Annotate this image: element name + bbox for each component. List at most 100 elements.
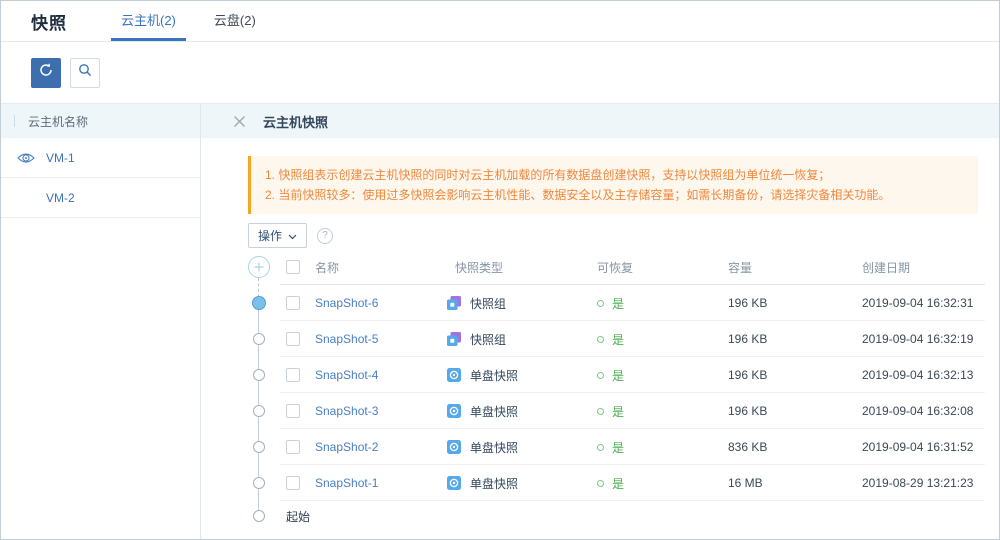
snapshot-group-icon bbox=[446, 331, 462, 347]
row-checkbox[interactable] bbox=[286, 440, 300, 454]
row-checkbox[interactable] bbox=[286, 332, 300, 346]
tab-vm-instances[interactable]: 云主机(2) bbox=[111, 1, 186, 41]
row-checkbox[interactable] bbox=[286, 296, 300, 310]
created-date-value: 2019-09-04 16:32:08 bbox=[847, 404, 985, 418]
capacity-value: 196 KB bbox=[713, 404, 847, 418]
top-header: 快照 云主机(2) 云盘(2) bbox=[1, 1, 999, 42]
select-all-checkbox[interactable] bbox=[286, 260, 300, 274]
table-row: SnapShot-5 快照组 是 196 KB 2019-09-04 16:32… bbox=[240, 321, 985, 357]
column-header-created: 创建日期 bbox=[847, 259, 985, 276]
recoverable-dot-icon bbox=[597, 336, 604, 343]
capacity-value: 16 MB bbox=[713, 476, 847, 490]
create-snapshot-button[interactable] bbox=[248, 256, 270, 278]
sidebar-item-vm-2[interactable]: VM-2 bbox=[1, 178, 200, 218]
recoverable-value: 是 bbox=[612, 439, 624, 456]
snapshot-type-label: 单盘快照 bbox=[470, 403, 518, 420]
snapshot-type-label: 单盘快照 bbox=[470, 439, 518, 456]
snapshot-table: 名称 快照类型 可恢复 容量 创建日期 SnapShot-6 bbox=[240, 249, 985, 531]
snapshot-name-link[interactable]: SnapShot-6 bbox=[315, 296, 440, 310]
notice-line-2: 2. 当前快照较多：使用过多快照会影响云主机性能、数据安全以及主存储容量；如需长… bbox=[265, 185, 964, 205]
snapshot-name-link[interactable]: SnapShot-1 bbox=[315, 476, 440, 490]
snapshot-name-link[interactable]: SnapShot-4 bbox=[315, 368, 440, 382]
sidebar-item-vm-1-label: VM-1 bbox=[46, 151, 75, 165]
snapshot-name-link[interactable]: SnapShot-2 bbox=[315, 440, 440, 454]
recoverable-value: 是 bbox=[612, 475, 624, 492]
table-row: SnapShot-1 单盘快照 是 16 MB 2019-08-29 13:21… bbox=[240, 465, 985, 501]
chevron-down-icon bbox=[288, 229, 297, 243]
plus-icon bbox=[254, 262, 264, 272]
panel-body: 1. 快照组表示创建云主机快照的同时对云主机加载的所有数据盘创建快照，支持以快照… bbox=[201, 138, 999, 540]
column-header-name: 名称 bbox=[315, 259, 440, 276]
column-header-type: 快照类型 bbox=[440, 259, 582, 276]
sidebar-header: 云主机名称 bbox=[1, 104, 200, 138]
capacity-value: 196 KB bbox=[713, 296, 847, 310]
timeline-node bbox=[253, 510, 265, 522]
sidebar-header-label: 云主机名称 bbox=[28, 113, 88, 130]
timeline-node bbox=[253, 441, 265, 453]
action-row: 操作 ? bbox=[248, 223, 999, 248]
help-icon[interactable]: ? bbox=[317, 228, 333, 244]
capacity-value: 196 KB bbox=[713, 332, 847, 346]
refresh-button[interactable] bbox=[31, 58, 61, 88]
row-checkbox[interactable] bbox=[286, 476, 300, 490]
sidebar-header-divider bbox=[14, 115, 15, 127]
panel-title: 云主机快照 bbox=[263, 112, 328, 131]
capacity-value: 196 KB bbox=[713, 368, 847, 382]
tab-volumes-label: 云盘(2) bbox=[214, 10, 256, 29]
created-date-value: 2019-09-04 16:31:52 bbox=[847, 440, 985, 454]
actions-dropdown-label: 操作 bbox=[258, 227, 282, 244]
capacity-value: 836 KB bbox=[713, 440, 847, 454]
table-header: 名称 快照类型 可恢复 容量 创建日期 bbox=[240, 249, 985, 285]
single-disk-snapshot-icon bbox=[446, 475, 462, 491]
table-row: SnapShot-4 单盘快照 是 196 KB 2019-09-04 16:3… bbox=[240, 357, 985, 393]
timeline-node bbox=[253, 405, 265, 417]
created-date-value: 2019-08-29 13:21:23 bbox=[847, 476, 985, 490]
content-area: 云主机名称 VM-1 VM-2 云主机快照 1. bbox=[1, 104, 999, 540]
created-date-value: 2019-09-04 16:32:31 bbox=[847, 296, 985, 310]
snapshot-panel: 云主机快照 1. 快照组表示创建云主机快照的同时对云主机加载的所有数据盘创建快照… bbox=[201, 104, 999, 540]
snapshot-group-icon bbox=[446, 295, 462, 311]
page-title: 快照 bbox=[31, 9, 67, 34]
panel-header: 云主机快照 bbox=[201, 104, 999, 138]
close-icon[interactable] bbox=[232, 114, 246, 128]
sidebar-item-vm-1[interactable]: VM-1 bbox=[1, 138, 200, 178]
snapshot-window: 快照 云主机(2) 云盘(2) 云主机名称 bbox=[0, 0, 1000, 540]
origin-label: 起始 bbox=[286, 508, 310, 525]
search-button[interactable] bbox=[70, 58, 100, 88]
timeline-node bbox=[253, 477, 265, 489]
recoverable-value: 是 bbox=[612, 331, 624, 348]
tab-vm-instances-label: 云主机(2) bbox=[121, 10, 176, 29]
timeline-node-current bbox=[252, 296, 266, 310]
recoverable-dot-icon bbox=[597, 480, 604, 487]
notice-line-1: 1. 快照组表示创建云主机快照的同时对云主机加载的所有数据盘创建快照，支持以快照… bbox=[265, 165, 964, 185]
vm-sidebar: 云主机名称 VM-1 VM-2 bbox=[1, 104, 201, 540]
recoverable-value: 是 bbox=[612, 403, 624, 420]
table-row: SnapShot-2 单盘快照 是 836 KB 2019-09-04 16:3… bbox=[240, 429, 985, 465]
timeline-node bbox=[253, 333, 265, 345]
column-header-recoverable: 可恢复 bbox=[582, 259, 713, 276]
refresh-icon bbox=[38, 62, 54, 83]
snapshot-type-label: 快照组 bbox=[470, 331, 506, 348]
snapshot-type-label: 单盘快照 bbox=[470, 475, 518, 492]
tab-volumes[interactable]: 云盘(2) bbox=[204, 1, 266, 41]
row-checkbox[interactable] bbox=[286, 404, 300, 418]
recoverable-dot-icon bbox=[597, 372, 604, 379]
recoverable-dot-icon bbox=[597, 444, 604, 451]
snapshot-name-link[interactable]: SnapShot-3 bbox=[315, 404, 440, 418]
snapshot-type-label: 快照组 bbox=[470, 295, 506, 312]
timeline-origin-row: 起始 bbox=[240, 501, 985, 531]
recoverable-dot-icon bbox=[597, 300, 604, 307]
toolbar bbox=[1, 42, 999, 104]
recoverable-value: 是 bbox=[612, 295, 624, 312]
row-checkbox[interactable] bbox=[286, 368, 300, 382]
sidebar-item-vm-2-label: VM-2 bbox=[46, 191, 75, 205]
tab-bar: 云主机(2) 云盘(2) bbox=[111, 1, 284, 41]
help-icon-glyph: ? bbox=[322, 230, 328, 241]
table-row: SnapShot-6 快照组 是 196 KB 2019-09-04 16:32… bbox=[240, 285, 985, 321]
single-disk-snapshot-icon bbox=[446, 367, 462, 383]
single-disk-snapshot-icon bbox=[446, 439, 462, 455]
created-date-value: 2019-09-04 16:32:13 bbox=[847, 368, 985, 382]
snapshot-name-link[interactable]: SnapShot-5 bbox=[315, 332, 440, 346]
actions-dropdown-button[interactable]: 操作 bbox=[248, 223, 307, 248]
recoverable-dot-icon bbox=[597, 408, 604, 415]
